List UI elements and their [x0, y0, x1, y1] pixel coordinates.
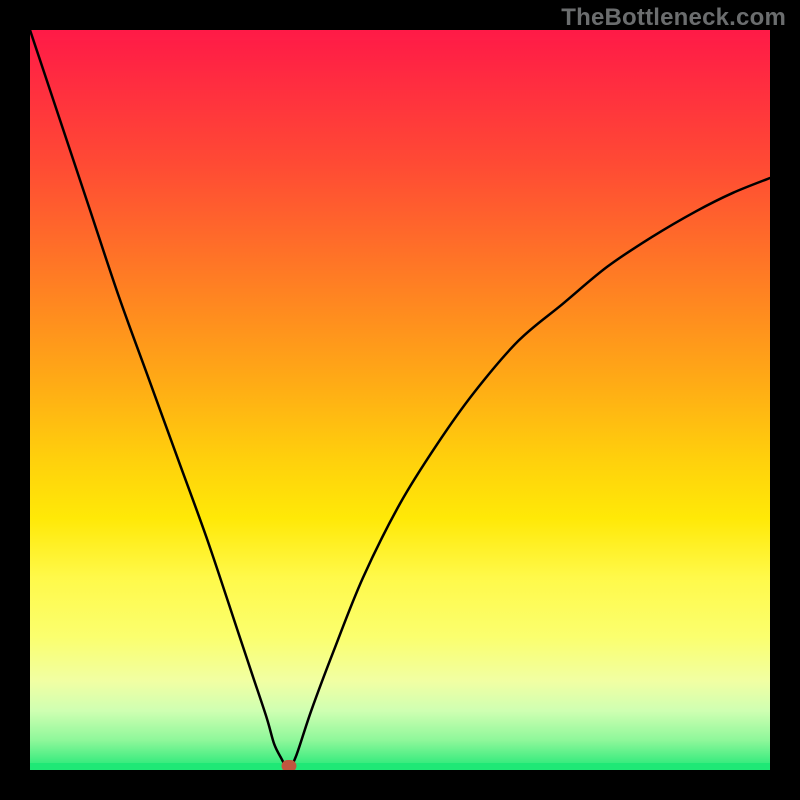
chart-container: TheBottleneck.com	[0, 0, 800, 800]
plot-area	[30, 30, 770, 770]
curve-svg	[30, 30, 770, 770]
watermark-text: TheBottleneck.com	[561, 4, 786, 32]
curve-path	[30, 30, 770, 770]
marker-dot	[282, 760, 297, 770]
